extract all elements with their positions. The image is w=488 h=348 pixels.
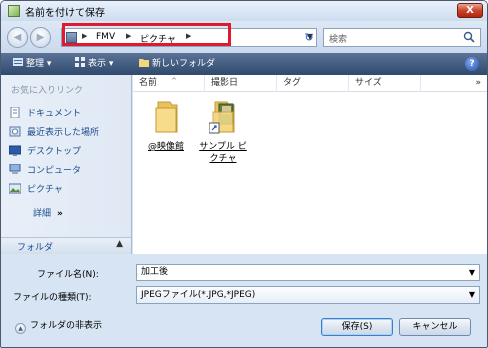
computer-icon	[9, 164, 21, 174]
filename-dropdown-icon[interactable]: ▼	[469, 265, 475, 280]
sidebar-item-computer[interactable]: コンピュータ	[9, 164, 81, 179]
new-folder-button[interactable]: 新しいフォルダ	[139, 57, 215, 71]
chevron-up-icon: ▲	[15, 323, 26, 334]
new-folder-label: 新しいフォルダ	[152, 59, 216, 69]
new-folder-icon	[139, 59, 149, 67]
views-button[interactable]: 表示 ▾	[75, 57, 113, 71]
title-bar: 名前を付けて保存 X	[1, 1, 487, 21]
more-columns-icon[interactable]: »	[475, 75, 481, 92]
folder-item-sample-pictures[interactable]: サンプル ピクチャ	[189, 100, 257, 165]
search-icon[interactable]	[463, 31, 475, 43]
sidebar-item-label: 最近表示した場所	[27, 128, 100, 138]
sidebar-item-desktop[interactable]: デスクトップ	[9, 145, 81, 160]
favorite-links-header: お気に入りリンク	[11, 86, 84, 96]
filename-value: 加工後	[141, 267, 169, 277]
back-button[interactable]: ◀	[7, 27, 28, 48]
sidebar-item-pictures[interactable]: ピクチャ	[9, 183, 63, 198]
pictures-icon	[9, 183, 21, 194]
organize-icon	[13, 58, 23, 66]
hide-folders-toggle[interactable]: ▲ フォルダの非表示	[15, 318, 102, 334]
folder-icon	[155, 101, 178, 133]
address-highlight-annotation	[62, 23, 231, 46]
views-label: 表示	[88, 59, 107, 69]
close-button[interactable]: X	[457, 3, 483, 18]
folders-toggle-bar[interactable]: フォルダ ▲	[1, 237, 132, 254]
column-header-tags[interactable]: タグ	[277, 75, 349, 92]
folders-label: フォルダ	[17, 243, 54, 253]
column-header-name[interactable]: 名前 ^	[133, 75, 205, 92]
filetype-value: JPEGファイル(*.JPG,*JPEG)	[141, 290, 256, 300]
forward-button[interactable]: ▶	[30, 27, 51, 48]
column-header-size[interactable]: サイズ	[349, 75, 421, 92]
views-icon	[75, 57, 85, 67]
file-name: サンプル ピクチャ	[189, 141, 257, 165]
filetype-select[interactable]: JPEGファイル(*.JPG,*JPEG) ▼	[136, 286, 480, 304]
recent-places-icon	[9, 126, 21, 137]
search-box[interactable]: 検索	[323, 28, 481, 47]
search-input[interactable]: 検索	[329, 32, 347, 45]
organize-label: 整理	[26, 59, 45, 69]
column-name-label: 名前	[139, 78, 158, 88]
favorite-links-pane: お気に入りリンク ドキュメント 最近表示した場所 デスクトップ コンピュータ ピ…	[1, 75, 132, 254]
documents-icon	[10, 107, 20, 118]
window-title: 名前を付けて保存	[25, 8, 105, 19]
app-icon	[8, 5, 20, 17]
filename-label: ファイル名(N):	[37, 270, 99, 280]
sidebar-item-label: デスクトップ	[27, 147, 82, 157]
sidebar-item-recent-places[interactable]: 最近表示した場所	[9, 126, 99, 141]
column-header-row: 名前 ^ 撮影日 タグ サイズ »	[133, 75, 487, 92]
filetype-dropdown-icon[interactable]: ▼	[469, 287, 475, 303]
picture-folder-icon	[208, 101, 235, 134]
file-list-pane: 名前 ^ 撮影日 タグ サイズ » @映像館 サンプル ピクチャ	[133, 75, 487, 254]
cancel-button[interactable]: キャンセル	[399, 318, 471, 336]
save-button[interactable]: 保存(S)	[321, 318, 393, 336]
filename-field[interactable]: 加工後 ▼	[136, 264, 480, 281]
file-name-line-2: クチャ	[209, 154, 237, 164]
command-bar: 整理 ▾ 表示 ▾ 新しいフォルダ ?	[1, 53, 487, 75]
sidebar-item-label: コンピュータ	[27, 166, 82, 176]
refresh-button[interactable]: ↻	[299, 28, 319, 47]
help-icon[interactable]: ?	[465, 57, 479, 71]
save-as-dialog: 名前を付けて保存 X ◀ ▶ ▶ FMV ▶ ピクチャ ▶ ▼ ↻ 検索 整理 …	[0, 0, 488, 348]
sidebar-item-label: ドキュメント	[27, 109, 82, 119]
organize-button[interactable]: 整理 ▾	[13, 57, 51, 71]
desktop-icon	[9, 145, 21, 156]
sidebar-item-label: ピクチャ	[27, 185, 63, 195]
chevron-up-icon[interactable]: ▲	[116, 239, 123, 249]
hide-folders-label: フォルダの非表示	[30, 321, 103, 331]
column-header-date-taken[interactable]: 撮影日	[205, 75, 277, 92]
sidebar-more-link[interactable]: 詳細 »	[33, 206, 63, 219]
sort-ascending-icon: ^	[171, 77, 177, 85]
filetype-label: ファイルの種類(T):	[13, 293, 92, 303]
more-chevron-icon: »	[57, 209, 63, 219]
sidebar-more-label: 詳細	[33, 209, 52, 219]
file-name-line-1: サンプル ピ	[199, 142, 247, 152]
sidebar-item-documents[interactable]: ドキュメント	[9, 107, 81, 122]
